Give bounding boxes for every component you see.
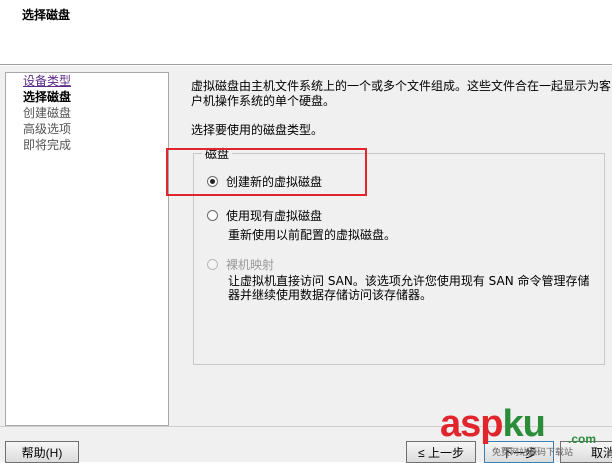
radio-raw-device-mapping [207, 259, 218, 270]
option-description: 让虚拟机直接访问 SAN。该选项允许您使用现有 SAN 命令管理存储 器并继续使… [228, 274, 590, 302]
back-button[interactable]: ≤ 上一步 [406, 441, 476, 463]
wizard-steps-panel: 设备类型 选择磁盘 创建磁盘 高级选项 即将完成 [5, 72, 169, 426]
disk-type-prompt: 选择要使用的磁盘类型。 [191, 123, 324, 137]
next-button[interactable]: 下一步 [484, 441, 554, 463]
option-use-existing-disk[interactable]: 使用现有虚拟磁盘 [207, 207, 322, 224]
step-advanced-options: 高级选项 [23, 122, 72, 136]
step-select-disk: 选择磁盘 [23, 90, 72, 104]
cancel-button[interactable]: 取消 [560, 441, 612, 463]
option-raw-device-mapping: 裸机映射 [207, 256, 274, 273]
option-description: 重新使用以前配置的虚拟磁盘。 [228, 228, 397, 242]
step-ready-to-complete: 即将完成 [23, 138, 72, 152]
wizard-header: 选择磁盘 [0, 0, 612, 64]
page-title: 选择磁盘 [22, 8, 71, 22]
step-device-type[interactable]: 设备类型 [23, 74, 71, 88]
help-button[interactable]: 帮助(H) [5, 441, 79, 463]
disk-description: 虚拟磁盘由主机文件系统上的一个或多个文件组成。这些文件合在一起显示为客 户机操作… [191, 79, 612, 108]
step-create-disk: 创建磁盘 [23, 106, 72, 120]
option-label: 裸机映射 [226, 258, 275, 272]
option-label: 使用现有虚拟磁盘 [226, 209, 323, 223]
highlight-annotation [166, 148, 367, 196]
radio-use-existing-disk[interactable] [207, 210, 218, 221]
